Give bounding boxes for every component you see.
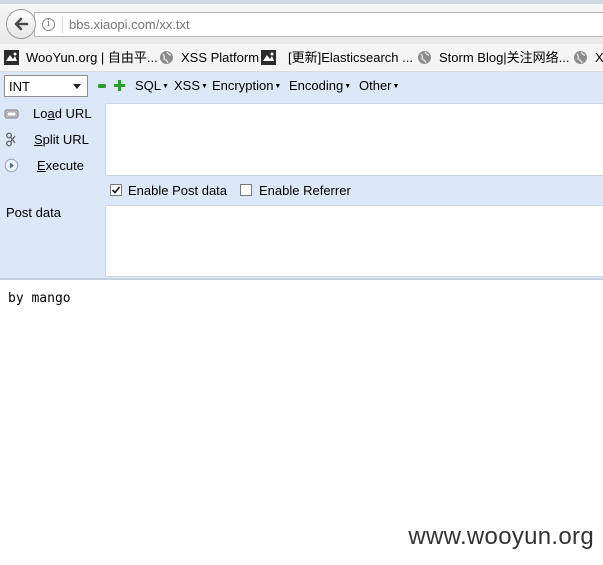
globe-icon bbox=[160, 51, 173, 64]
bookmark-label: Storm Blog|关注网络... bbox=[439, 50, 570, 65]
enable-referrer-checkbox[interactable] bbox=[240, 184, 252, 196]
wooyun-favicon bbox=[4, 50, 19, 65]
menu-label: XSS bbox=[174, 78, 201, 93]
menu-other[interactable]: Other▼ bbox=[359, 78, 399, 93]
watermark: www.wooyun.org bbox=[408, 523, 594, 550]
url-textarea[interactable] bbox=[105, 103, 603, 176]
decrement-icon[interactable] bbox=[98, 84, 106, 88]
execute-label: Execute bbox=[37, 158, 84, 173]
menu-encoding[interactable]: Encoding▼ bbox=[289, 78, 351, 93]
bookmarks-toolbar: WooYun.org | 自由平... XSS Platform [更新]Ela… bbox=[0, 44, 603, 72]
type-select[interactable]: INT bbox=[4, 75, 88, 97]
caret-down-icon: ▼ bbox=[162, 83, 169, 90]
chevron-down-icon bbox=[73, 84, 81, 89]
scissors-icon bbox=[6, 132, 16, 147]
globe-icon bbox=[574, 51, 587, 64]
caret-down-icon: ▼ bbox=[201, 83, 208, 90]
execute-button[interactable]: Execute bbox=[0, 155, 104, 177]
caret-down-icon: ▼ bbox=[274, 83, 282, 90]
hackbar-divider bbox=[0, 278, 603, 280]
menu-xss[interactable]: XSS▼ bbox=[174, 78, 208, 93]
bookmark-label: WooYun.org | 自由平... bbox=[26, 50, 158, 65]
bookmark-label: XS bbox=[595, 50, 603, 65]
enable-post-checkbox[interactable] bbox=[110, 184, 122, 196]
split-url-label: Split URL bbox=[34, 132, 89, 147]
split-url-button[interactable]: Split URL bbox=[0, 129, 104, 151]
bookmark-label: XSS Platform bbox=[181, 50, 260, 65]
play-icon bbox=[4, 158, 19, 173]
enable-referrer-label: Enable Referrer bbox=[259, 183, 351, 198]
menu-label: Encoding bbox=[289, 78, 344, 93]
caret-down-icon: ▼ bbox=[344, 83, 352, 90]
navigation-bar: i bbs.xiaopi.com/xx.txt bbox=[0, 0, 603, 44]
post-data-label: Post data bbox=[6, 205, 61, 220]
caret-down-icon: ▼ bbox=[392, 83, 400, 90]
load-url-icon bbox=[4, 109, 19, 119]
site-info-icon[interactable]: i bbox=[42, 18, 55, 31]
url-text[interactable]: bbs.xiaopi.com/xx.txt bbox=[69, 17, 190, 32]
menu-label: Encryption bbox=[212, 78, 274, 93]
hackbar-panel: INT SQL▼ XSS▼ Encryption▼ Encoding▼ Othe… bbox=[0, 72, 603, 280]
menu-encryption[interactable]: Encryption▼ bbox=[212, 78, 281, 93]
back-arrow-icon bbox=[14, 17, 29, 31]
address-separator bbox=[62, 16, 63, 33]
menu-sql[interactable]: SQL▼ bbox=[135, 78, 169, 93]
menu-label: SQL bbox=[135, 78, 162, 93]
address-bar[interactable]: i bbs.xiaopi.com/xx.txt bbox=[34, 12, 603, 37]
type-select-value: INT bbox=[9, 79, 30, 94]
load-url-label: Load URL bbox=[33, 106, 92, 121]
wooyun-favicon bbox=[261, 50, 276, 65]
hackbar-toolbar: INT SQL▼ XSS▼ Encryption▼ Encoding▼ Othe… bbox=[0, 72, 603, 100]
menu-label: Other bbox=[359, 78, 392, 93]
checkmark-icon bbox=[111, 186, 121, 194]
load-url-button[interactable]: Load URL bbox=[0, 103, 104, 125]
globe-icon bbox=[418, 51, 431, 64]
enable-post-label: Enable Post data bbox=[128, 183, 228, 198]
increment-icon[interactable] bbox=[114, 80, 125, 91]
back-button[interactable] bbox=[6, 9, 36, 39]
post-data-textarea[interactable] bbox=[105, 205, 603, 277]
page-content-text: by mango bbox=[8, 291, 71, 306]
bookmark-label: [更新]Elasticsearch ... bbox=[288, 50, 413, 65]
tab-strip-edge bbox=[0, 0, 603, 4]
